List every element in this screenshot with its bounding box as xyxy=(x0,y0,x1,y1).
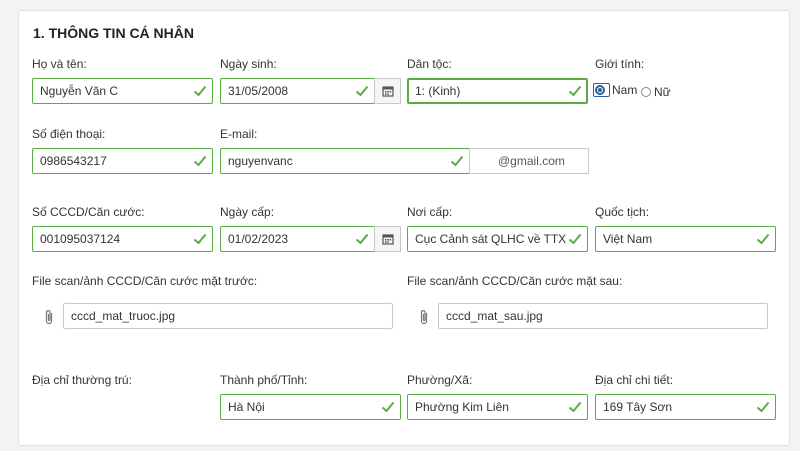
email-label: E-mail: xyxy=(220,127,258,141)
phone-value: 0986543217 xyxy=(40,154,107,168)
email-value: nguyenvanc xyxy=(228,154,293,168)
gender-female-label: Nữ xyxy=(654,85,671,99)
front-file-field[interactable]: cccd_mat_truoc.jpg xyxy=(63,303,393,329)
check-icon xyxy=(450,155,464,167)
gender-radio-female[interactable]: Nữ xyxy=(641,85,671,99)
email-domain-addon: @gmail.com xyxy=(469,148,589,174)
ward-select[interactable]: Phường Kim Liên xyxy=(407,394,588,420)
phone-label: Số điện thoại: xyxy=(32,127,106,141)
address-detail-label: Địa chỉ chi tiết: xyxy=(595,373,674,387)
dob-value: 31/05/2008 xyxy=(228,84,289,98)
issue-date-field[interactable]: 01/02/2023 xyxy=(220,226,375,252)
calendar-icon xyxy=(381,86,394,97)
phone-field[interactable]: 0986543217 xyxy=(32,148,213,174)
fullname-field[interactable]: Nguyễn Văn C xyxy=(32,78,213,104)
check-icon xyxy=(756,401,770,413)
gender-male-label: Nam xyxy=(612,83,638,97)
fullname-value: Nguyễn Văn C xyxy=(40,84,119,98)
check-icon xyxy=(355,85,369,97)
id-number-value: 001095037124 xyxy=(40,232,121,246)
ethnicity-value: 1: (Kinh) xyxy=(415,84,461,98)
issue-place-field[interactable]: Cục Cảnh sát QLHC về TTXH xyxy=(407,226,588,252)
ward-label: Phường/Xã: xyxy=(407,373,473,387)
gender-label: Giới tính: xyxy=(595,57,645,71)
issue-place-label: Nơi cấp: xyxy=(407,205,453,219)
radio-selected-icon xyxy=(595,85,605,95)
paperclip-icon[interactable] xyxy=(42,308,56,326)
city-select[interactable]: Hà Nội xyxy=(220,394,401,420)
calendar-icon xyxy=(381,234,394,245)
check-icon xyxy=(568,401,582,413)
issue-date-calendar-button[interactable] xyxy=(374,226,401,252)
check-icon xyxy=(756,233,770,245)
address-detail-value: 169 Tây Sơn xyxy=(603,400,673,414)
id-number-field[interactable]: 001095037124 xyxy=(32,226,213,252)
address-detail-field[interactable]: 169 Tây Sơn xyxy=(595,394,776,420)
ward-value: Phường Kim Liên xyxy=(415,400,509,414)
nationality-value: Việt Nam xyxy=(603,232,653,246)
check-icon xyxy=(568,233,582,245)
city-label: Thành phố/Tỉnh: xyxy=(220,373,308,387)
section-title: 1. THÔNG TIN CÁ NHÂN xyxy=(33,25,194,41)
issue-place-value: Cục Cảnh sát QLHC về TTXH xyxy=(415,232,567,246)
city-value: Hà Nội xyxy=(228,400,265,414)
issue-date-label: Ngày cấp: xyxy=(220,205,275,219)
fullname-label: Họ và tên: xyxy=(32,57,87,71)
check-icon xyxy=(381,401,395,413)
gender-radio-male[interactable]: Nam xyxy=(593,83,637,97)
dob-label: Ngày sinh: xyxy=(220,57,277,71)
ethnicity-select[interactable]: 1: (Kinh) xyxy=(407,78,588,104)
back-file-value: cccd_mat_sau.jpg xyxy=(446,309,543,323)
ethnicity-label: Dân tộc: xyxy=(407,57,452,71)
check-icon xyxy=(568,85,582,97)
dob-calendar-button[interactable] xyxy=(374,78,401,104)
radio-unselected-icon xyxy=(641,87,651,97)
nationality-field[interactable]: Việt Nam xyxy=(595,226,776,252)
back-file-field[interactable]: cccd_mat_sau.jpg xyxy=(438,303,768,329)
id-label: Số CCCD/Căn cước: xyxy=(32,205,145,219)
issue-date-value: 01/02/2023 xyxy=(228,232,289,246)
front-file-value: cccd_mat_truoc.jpg xyxy=(71,309,176,323)
email-field[interactable]: nguyenvanc xyxy=(220,148,470,174)
check-icon xyxy=(193,233,207,245)
dob-field[interactable]: 31/05/2008 xyxy=(220,78,375,104)
permanent-address-label: Địa chỉ thường trú: xyxy=(32,373,132,387)
front-file-label: File scan/ảnh CCCD/Căn cước mặt trước: xyxy=(32,274,258,288)
nationality-label: Quốc tịch: xyxy=(595,205,650,219)
check-icon xyxy=(355,233,369,245)
check-icon xyxy=(193,85,207,97)
paperclip-icon[interactable] xyxy=(417,308,431,326)
back-file-label: File scan/ảnh CCCD/Căn cước mặt sau: xyxy=(407,274,623,288)
check-icon xyxy=(193,155,207,167)
